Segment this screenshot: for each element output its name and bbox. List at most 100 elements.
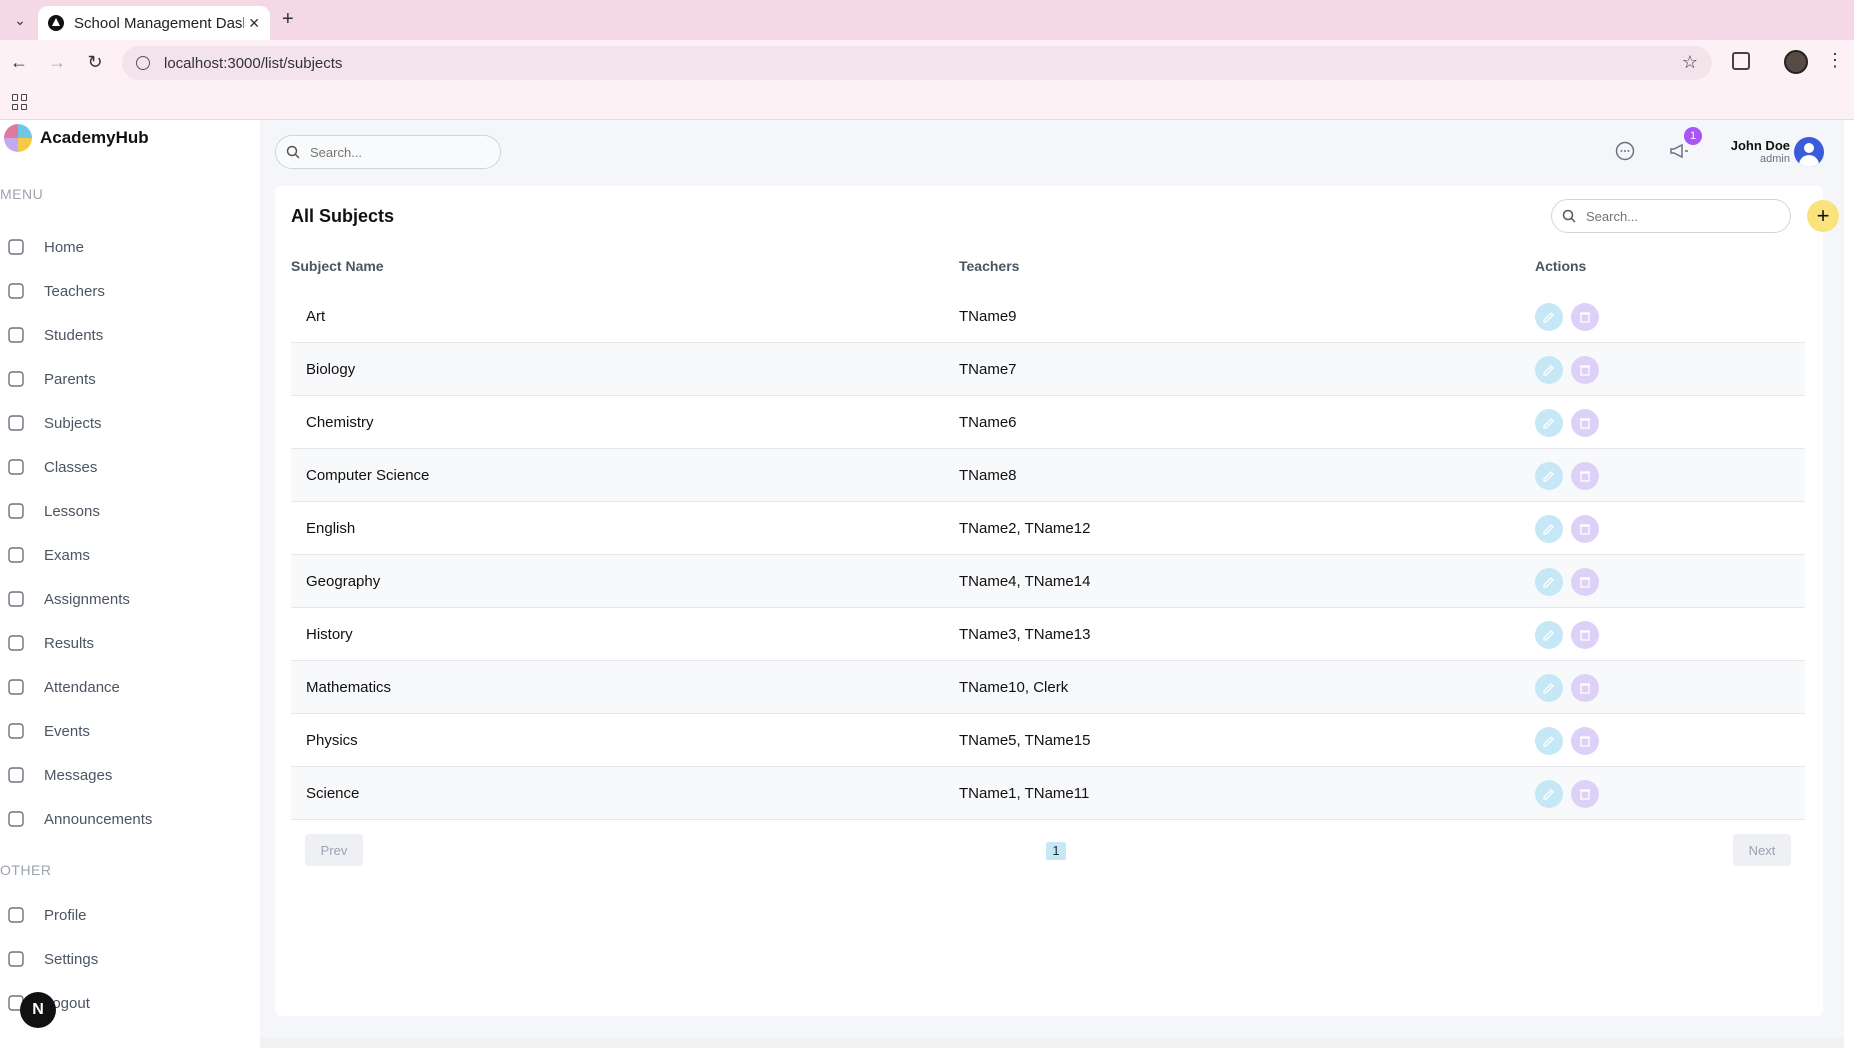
edit-button[interactable] <box>1535 514 1563 543</box>
bookmark-star-icon[interactable]: ☆ <box>1682 52 1698 73</box>
delete-button[interactable] <box>1571 408 1599 437</box>
sidebar-item-home[interactable]: Home <box>6 230 246 264</box>
column-header-teachers: Teachers <box>959 258 1020 274</box>
sidebar: AcademyHub MENU Home Teachers Students Pare… <box>0 120 260 1048</box>
app-logo[interactable]: AcademyHub <box>4 124 149 152</box>
dev-tools-badge[interactable]: N <box>20 992 56 1028</box>
table-row: History TName3, TName13 <box>291 608 1805 661</box>
lessons-icon <box>6 501 26 521</box>
teacher-icon <box>6 281 26 301</box>
subjects-list-card: All Subjects + Subject Name Teachers Act… <box>275 186 1839 1016</box>
sidebar-item-lessons[interactable]: Lessons <box>6 494 246 528</box>
edit-icon <box>1543 470 1554 482</box>
global-search[interactable] <box>275 135 501 169</box>
classes-icon <box>6 457 26 477</box>
table-row: Chemistry TName6 <box>291 396 1805 449</box>
page-number-button[interactable]: 1 <box>1046 842 1066 860</box>
teachers-cell: TName7 <box>959 361 1017 378</box>
new-tab-icon[interactable]: + <box>282 8 294 31</box>
user-avatar[interactable] <box>1794 137 1824 167</box>
trash-icon <box>1580 629 1590 641</box>
sidebar-item-teachers[interactable]: Teachers <box>6 274 246 308</box>
edit-icon <box>1543 417 1554 429</box>
edit-button[interactable] <box>1535 779 1563 808</box>
next-page-button[interactable]: Next <box>1733 834 1791 866</box>
address-bar[interactable]: localhost:3000/list/subjects ☆ <box>122 46 1712 80</box>
edit-button[interactable] <box>1535 461 1563 490</box>
edit-button[interactable] <box>1535 673 1563 702</box>
horizontal-scrollbar[interactable] <box>260 1038 1844 1048</box>
browser-toolbar: ← → ↻ localhost:3000/list/subjects ☆ ⋮ <box>0 40 1854 85</box>
list-search-input[interactable] <box>1586 208 1746 224</box>
prev-page-button[interactable]: Prev <box>305 834 363 866</box>
profile-icon <box>6 905 26 925</box>
edit-button[interactable] <box>1535 408 1563 437</box>
browser-menu-icon[interactable]: ⋮ <box>1826 50 1844 71</box>
trash-icon <box>1580 788 1590 800</box>
delete-button[interactable] <box>1571 514 1599 543</box>
sidebar-item-messages[interactable]: Messages <box>6 758 246 792</box>
teachers-cell: TName5, TName15 <box>959 732 1091 749</box>
delete-button[interactable] <box>1571 620 1599 649</box>
forward-icon[interactable]: → <box>46 51 68 73</box>
column-header-actions: Actions <box>1535 258 1587 274</box>
sidebar-item-students[interactable]: Students <box>6 318 246 352</box>
column-header-subject: Subject Name <box>291 258 384 274</box>
sidebar-item-classes[interactable]: Classes <box>6 450 246 484</box>
sidebar-item-announcements[interactable]: Announcements <box>6 802 246 836</box>
delete-button[interactable] <box>1571 302 1599 331</box>
sidebar-item-label: Results <box>44 634 95 652</box>
list-search[interactable] <box>1551 199 1791 233</box>
sidebar-item-subjects[interactable]: Subjects <box>6 406 246 440</box>
teachers-cell: TName3, TName13 <box>959 626 1091 643</box>
close-tab-icon[interactable]: ✕ <box>248 15 260 32</box>
sidebar-item-results[interactable]: Results <box>6 626 246 660</box>
sidebar-item-exams[interactable]: Exams <box>6 538 246 572</box>
tab-list-chevron-icon[interactable]: ⌄ <box>8 9 32 31</box>
sidebar-item-attendance[interactable]: Attendance <box>6 670 246 704</box>
trash-icon <box>1580 364 1590 376</box>
sidebar-item-parents[interactable]: Parents <box>6 362 246 396</box>
actions-cell <box>1535 661 1607 714</box>
reload-icon[interactable]: ↻ <box>84 51 106 73</box>
browser-profile-avatar[interactable] <box>1784 50 1808 74</box>
edit-button[interactable] <box>1535 620 1563 649</box>
sidebar-item-settings[interactable]: Settings <box>6 942 246 976</box>
edit-button[interactable] <box>1535 355 1563 384</box>
browser-tab[interactable]: School Management Dashboard ✕ <box>38 6 270 40</box>
edit-icon <box>1543 364 1554 376</box>
delete-button[interactable] <box>1571 673 1599 702</box>
subjects-icon <box>6 413 26 433</box>
app-root: AcademyHub MENU Home Teachers Students Pare… <box>0 120 1854 1048</box>
back-icon[interactable]: ← <box>8 51 30 73</box>
sidebar-item-assignments[interactable]: Assignments <box>6 582 246 616</box>
sidebar-item-label: Lessons <box>44 502 100 520</box>
chat-icon[interactable] <box>1614 140 1636 162</box>
edit-button[interactable] <box>1535 726 1563 755</box>
add-subject-button[interactable]: + <box>1807 200 1839 232</box>
extensions-icon[interactable] <box>1732 52 1750 70</box>
sidebar-item-profile[interactable]: Profile <box>6 898 246 932</box>
trash-icon <box>1580 576 1590 588</box>
sidebar-item-events[interactable]: Events <box>6 714 246 748</box>
table-row: Computer Science TName8 <box>291 449 1805 502</box>
delete-button[interactable] <box>1571 355 1599 384</box>
sidebar-item-label: Parents <box>44 370 96 388</box>
delete-button[interactable] <box>1571 779 1599 808</box>
delete-button[interactable] <box>1571 461 1599 490</box>
edit-button[interactable] <box>1535 567 1563 596</box>
site-info-icon[interactable] <box>136 56 150 70</box>
subject-name-cell: English <box>306 520 356 537</box>
assignments-icon <box>6 589 26 609</box>
edit-button[interactable] <box>1535 302 1563 331</box>
announcement-icon[interactable] <box>1668 140 1690 162</box>
vertical-scrollbar[interactable] <box>1844 120 1854 1040</box>
apps-grid-icon[interactable] <box>12 94 28 110</box>
global-search-input[interactable] <box>310 144 470 160</box>
trash-icon <box>1580 311 1590 323</box>
delete-button[interactable] <box>1571 726 1599 755</box>
delete-button[interactable] <box>1571 567 1599 596</box>
user-name: John Doe <box>1730 138 1790 153</box>
gear-icon <box>6 949 26 969</box>
other-section-label: OTHER <box>0 862 52 878</box>
